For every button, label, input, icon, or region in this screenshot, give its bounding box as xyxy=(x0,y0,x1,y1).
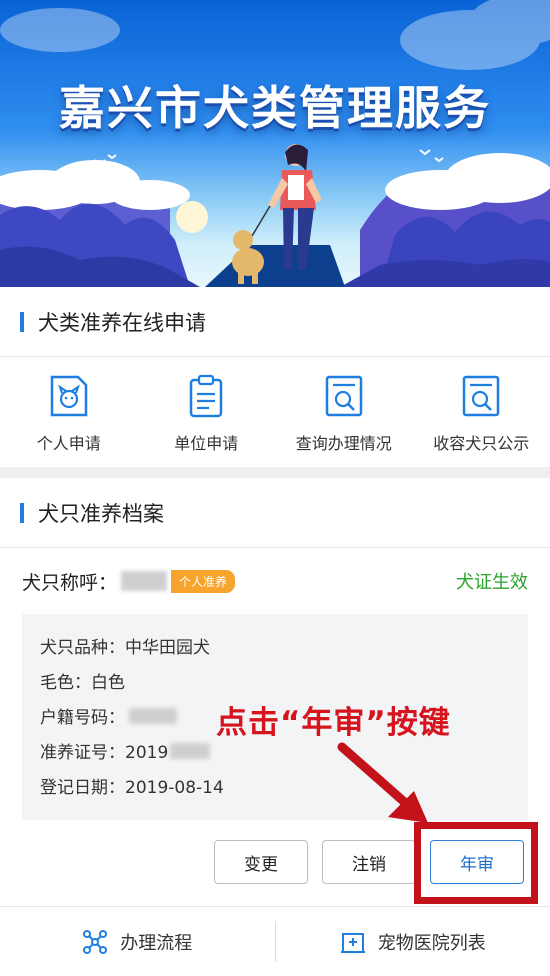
pet-hospitals-button[interactable]: 宠物医院列表 xyxy=(276,907,550,976)
breed-text: 犬只品种：中华田园犬 xyxy=(40,638,210,658)
household-label: 户籍号码： xyxy=(40,708,125,728)
color-text: 毛色：白色 xyxy=(40,673,125,693)
search-document-icon xyxy=(325,375,362,417)
hospital-icon xyxy=(340,932,365,953)
register-date-text: 登记日期：2019-08-14 xyxy=(40,778,224,798)
bottom-nav: 办理流程 宠物医院列表 xyxy=(0,906,550,976)
license-label: 准养证号：2019 xyxy=(40,743,169,763)
unit-apply-button[interactable]: 单位申请 xyxy=(138,357,276,467)
redacted-household xyxy=(129,707,177,724)
process-flow-label: 办理流程 xyxy=(120,932,193,954)
record-section-title: 犬只准养档案 xyxy=(38,501,164,526)
record-section-header: 犬只准养档案 xyxy=(0,478,550,548)
banner-illustration xyxy=(0,0,550,287)
section-accent-bar xyxy=(20,311,24,332)
clipboard-icon xyxy=(190,374,223,418)
banner-title: 嘉兴市犬类管理服务 xyxy=(59,81,491,135)
query-status-button[interactable]: 查询办理情况 xyxy=(275,357,413,467)
redacted-license xyxy=(170,742,211,759)
shelter-dogs-label: 收容犬只公示 xyxy=(433,434,530,453)
license-type-badge: 个人准养 xyxy=(171,569,236,593)
apply-section-title: 犬类准养在线申请 xyxy=(38,310,206,335)
personal-apply-label: 个人申请 xyxy=(36,434,101,453)
process-flow-button[interactable]: 办理流程 xyxy=(0,907,275,976)
license-status: 犬证生效 xyxy=(456,572,528,593)
section-accent-bar xyxy=(20,502,24,523)
color-row: 毛色：白色 xyxy=(40,663,510,698)
dog-name-label: 犬只称呼： xyxy=(22,571,118,594)
pet-hospitals-label: 宠物医院列表 xyxy=(377,932,486,954)
cancel-button[interactable]: 注销 xyxy=(322,840,416,884)
dog-name-row: 犬只称呼： 个人准养 犬证生效 xyxy=(0,548,550,614)
flow-network-icon xyxy=(83,929,108,954)
redacted-name xyxy=(121,571,168,591)
apply-section: 犬类准养在线申请 个人申请 单位申请 查询办理情况 收容犬只公示 xyxy=(0,287,550,467)
dog-face-doc-icon xyxy=(50,375,87,417)
annotation-highlight-box xyxy=(414,822,538,904)
unit-apply-label: 单位申请 xyxy=(174,434,239,453)
personal-apply-button[interactable]: 个人申请 xyxy=(0,357,138,467)
banner: 嘉兴市犬类管理服务 xyxy=(0,0,550,287)
apply-section-header: 犬类准养在线申请 xyxy=(0,287,550,357)
apply-grid: 个人申请 单位申请 查询办理情况 收容犬只公示 xyxy=(0,357,550,467)
annotation-arrow-icon xyxy=(337,742,428,823)
breed-row: 犬只品种：中华田园犬 xyxy=(40,628,510,663)
query-status-label: 查询办理情况 xyxy=(295,434,392,453)
shelter-dogs-button[interactable]: 收容犬只公示 xyxy=(413,357,550,467)
change-button[interactable]: 变更 xyxy=(214,840,308,884)
search-document-icon xyxy=(463,375,500,417)
